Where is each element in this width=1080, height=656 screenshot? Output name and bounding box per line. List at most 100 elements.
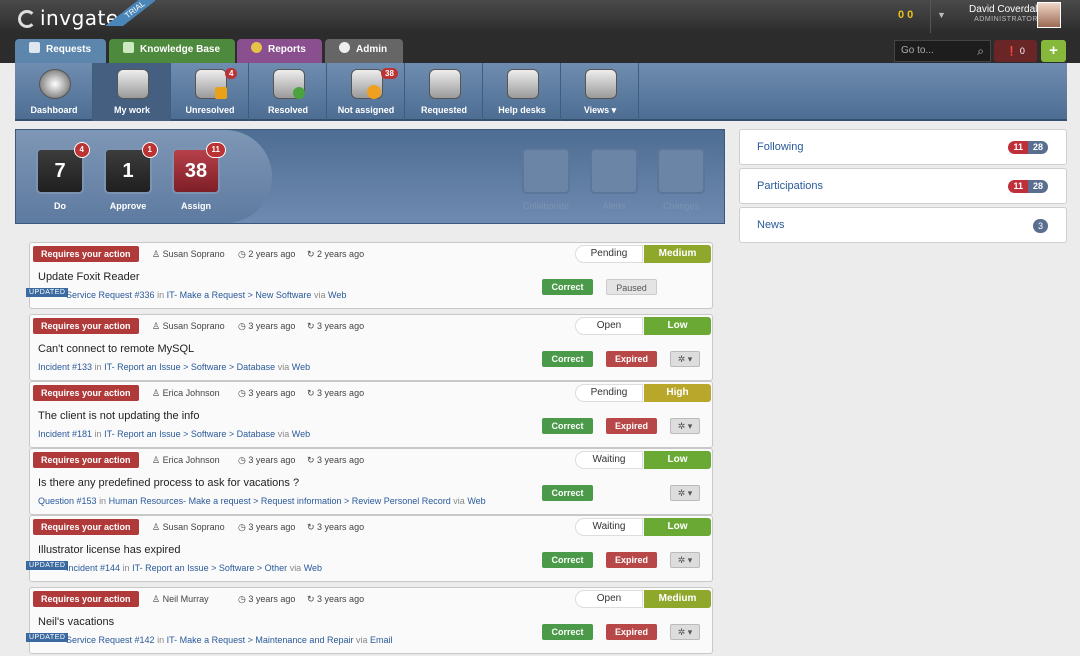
counter-alerts[interactable] xyxy=(590,148,638,194)
request-ref-link[interactable]: Incident #144 xyxy=(66,563,120,573)
toolbar-dashboard[interactable]: Dashboard xyxy=(15,63,93,121)
request-ref-link[interactable]: Question #153 xyxy=(38,496,97,506)
channel-link[interactable]: Web xyxy=(328,290,346,300)
request-path: Service Request #336 in IT- Make a Reque… xyxy=(66,290,346,300)
status-badge: Open xyxy=(575,317,643,335)
category-path-link[interactable]: IT- Report an Issue > Software > Other xyxy=(132,563,287,573)
via-word: via xyxy=(453,496,465,506)
sidebar-participations[interactable]: Participations 11 28 xyxy=(739,168,1067,204)
coins-indicator[interactable]: 0 0 xyxy=(898,9,913,21)
tab-label: Admin xyxy=(356,44,388,55)
request-card[interactable]: Requires your action ♙ Erica Johnson ◷ 3 y… xyxy=(29,381,713,448)
category-path-link[interactable]: IT- Report an Issue > Software > Databas… xyxy=(104,429,275,439)
user-menu[interactable]: ▼ David Coverdale ADMINISTRATOR xyxy=(930,0,1080,33)
channel-link[interactable]: Web xyxy=(304,563,322,573)
request-card[interactable]: Requires your action ♙ Susan Soprano ◷ 3 y… xyxy=(26,515,713,582)
request-card[interactable]: Requires your action ♙ Neil Murray ◷ 3 yea… xyxy=(26,587,713,654)
request-title[interactable]: Update Foxit Reader xyxy=(38,271,140,283)
counter-label-alerts: Alerts xyxy=(602,201,626,211)
tab-requests[interactable]: Requests xyxy=(15,39,106,63)
channel-link[interactable]: Web xyxy=(292,362,310,372)
correct-button[interactable]: Correct xyxy=(542,418,593,434)
category-path-link[interactable]: IT- Make a Request > New Software xyxy=(167,290,312,300)
user-icon: ♙ xyxy=(152,522,163,532)
toolbar-label: Requested xyxy=(420,105,467,115)
search-icon[interactable]: ⌕ xyxy=(977,44,984,59)
actions-dropdown[interactable]: ✲ ▾ xyxy=(670,624,700,640)
tab-reports[interactable]: Reports xyxy=(237,39,322,63)
requires-action-label: Requires your action xyxy=(33,452,139,468)
actions-dropdown[interactable]: ✲ ▾ xyxy=(670,552,700,568)
sidebar-news[interactable]: News 3 xyxy=(739,207,1067,243)
correct-button[interactable]: Correct xyxy=(542,485,593,501)
correct-button[interactable]: Correct xyxy=(542,279,593,295)
actions-dropdown[interactable]: ✲ ▾ xyxy=(670,418,700,434)
updated-value: 3 years ago xyxy=(317,594,365,604)
tab-knowledge-base[interactable]: Knowledge Base xyxy=(109,39,235,63)
request-title[interactable]: Can't connect to remote MySQL xyxy=(38,343,194,355)
tab-label: Requests xyxy=(46,44,92,55)
category-path-link[interactable]: Human Resources- Make a request > Reques… xyxy=(109,496,451,506)
channel-link[interactable]: Email xyxy=(370,635,393,645)
request-ref-link[interactable]: Incident #133 xyxy=(38,362,92,372)
request-ref-link[interactable]: Service Request #336 xyxy=(66,290,155,300)
counter-badge: 1 xyxy=(141,142,158,158)
sidebar-following[interactable]: Following 11 28 xyxy=(739,129,1067,165)
toolbar-my-work[interactable]: My work xyxy=(93,63,171,121)
request-path: Question #153 in Human Resources- Make a… xyxy=(38,496,486,506)
actions-dropdown[interactable]: ✲ ▾ xyxy=(670,351,700,367)
via-word: via xyxy=(289,563,302,573)
correct-button[interactable]: Correct xyxy=(542,624,593,640)
requester: ♙ Neil Murray xyxy=(152,594,209,605)
correct-button[interactable]: Correct xyxy=(542,552,593,568)
request-title[interactable]: Illustrator license has expired xyxy=(38,544,180,556)
counter-changes[interactable] xyxy=(657,148,705,194)
counter-value: 1 xyxy=(122,160,134,182)
following-label: Following xyxy=(757,141,804,153)
chevron-down-icon: ▾ xyxy=(687,488,693,498)
clock-icon xyxy=(367,85,381,99)
alerts-button[interactable]: ❗ 0 xyxy=(994,40,1037,62)
toolbar-resolved[interactable]: Resolved xyxy=(249,63,327,121)
toolbar-not-assigned[interactable]: 38 Not assigned xyxy=(327,63,405,121)
request-ref-link[interactable]: Incident #181 xyxy=(38,429,92,439)
counter-assign[interactable]: 38 11 xyxy=(172,142,226,194)
expired-button[interactable]: Expired xyxy=(606,351,657,367)
goto-search-input[interactable]: Go to... ⌕ xyxy=(894,40,991,62)
request-card[interactable]: Requires your action ♙ Susan Soprano ◷ 2 y… xyxy=(26,242,713,309)
paused-button[interactable]: Paused xyxy=(606,279,657,295)
via-word: via xyxy=(277,362,290,372)
request-card[interactable]: Requires your action ♙ Erica Johnson ◷ 3 y… xyxy=(29,448,713,515)
priority-badge: High xyxy=(644,384,711,402)
trial-ribbon: TRIAL xyxy=(95,0,155,26)
request-title[interactable]: Is there any predefined process to ask f… xyxy=(38,477,299,489)
request-card[interactable]: Requires your action ♙ Susan Soprano ◷ 3 y… xyxy=(29,314,713,381)
request-title[interactable]: The client is not updating the info xyxy=(38,410,199,422)
add-button[interactable]: + xyxy=(1041,40,1066,62)
counter-collaborate[interactable] xyxy=(522,148,570,194)
channel-link[interactable]: Web xyxy=(467,496,485,506)
toolbar-label: Unresolved xyxy=(185,105,235,115)
toolbar-requested[interactable]: Requested xyxy=(405,63,483,121)
category-path-link[interactable]: IT- Report an Issue > Software > Databas… xyxy=(104,362,275,372)
expired-button[interactable]: Expired xyxy=(606,552,657,568)
counter-do[interactable]: 74 xyxy=(36,142,90,194)
toolbar-unresolved[interactable]: 4 Unresolved xyxy=(171,63,249,121)
toolbar-views[interactable]: Views ▾ xyxy=(561,63,639,121)
category-path-link[interactable]: IT- Make a Request > Maintenance and Rep… xyxy=(167,635,354,645)
request-ref-link[interactable]: Service Request #142 xyxy=(66,635,155,645)
counter-approve[interactable]: 11 xyxy=(104,142,158,194)
expired-button[interactable]: Expired xyxy=(606,624,657,640)
toolbar-help-desks[interactable]: Help desks xyxy=(483,63,561,121)
actions-dropdown[interactable]: ✲ ▾ xyxy=(670,485,700,501)
warning-icon xyxy=(215,87,227,99)
updated-value: 3 years ago xyxy=(317,388,365,398)
participations-count-total: 28 xyxy=(1027,180,1048,193)
expired-button[interactable]: Expired xyxy=(606,418,657,434)
clock-icon: ◷ xyxy=(238,522,249,532)
correct-button[interactable]: Correct xyxy=(542,351,593,367)
requester: ♙ Erica Johnson xyxy=(152,388,220,399)
channel-link[interactable]: Web xyxy=(292,429,310,439)
request-title[interactable]: Neil's vacations xyxy=(38,616,114,628)
tab-admin[interactable]: Admin xyxy=(325,39,403,63)
